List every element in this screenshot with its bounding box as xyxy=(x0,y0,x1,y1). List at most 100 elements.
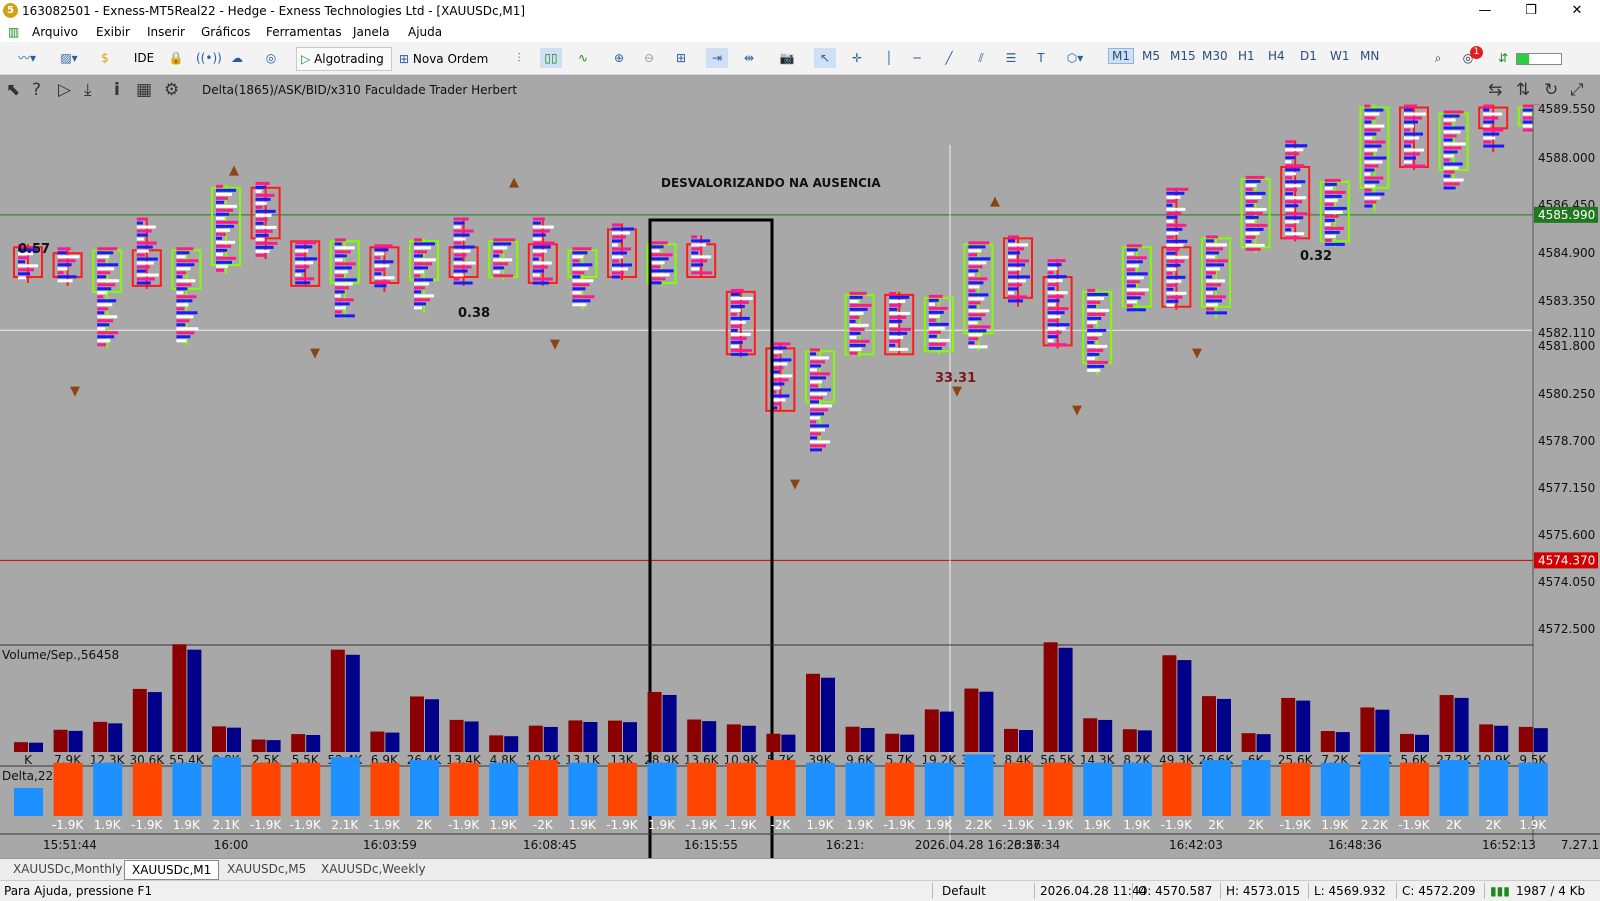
vps-icon[interactable]: ◎ xyxy=(260,48,282,68)
footprint-bar xyxy=(532,265,548,269)
time-label: 16:52:13 xyxy=(1482,838,1536,852)
cursor-icon[interactable]: ↖ xyxy=(814,48,836,68)
menu-inserir[interactable]: Inserir xyxy=(147,25,185,39)
tab-m5[interactable]: XAUUSDc,M5 xyxy=(220,862,313,876)
chart-settings-icon[interactable]: ▦ xyxy=(136,80,152,100)
market-icon[interactable]: $ xyxy=(94,48,116,68)
timeframe-w1[interactable]: W1 xyxy=(1330,49,1350,63)
auto-scroll-icon[interactable]: ⇥ xyxy=(706,48,728,68)
timeframe-m15[interactable]: M15 xyxy=(1170,49,1196,63)
chart-shift-icon[interactable]: ⇹ xyxy=(738,48,760,68)
footprint-bar xyxy=(136,245,153,249)
price-chart[interactable]: DESVALORIZANDO NA AUSENCIA 0.57 0.38 33.31 0… xyxy=(0,75,1600,859)
help-icon[interactable]: ? xyxy=(32,80,41,100)
menu-ajuda[interactable]: Ajuda xyxy=(408,25,442,39)
footprint-bar xyxy=(730,320,746,324)
footprint-bar xyxy=(651,265,661,269)
footprint-bar xyxy=(453,257,463,261)
footprint-bar xyxy=(928,322,949,326)
bar-chart-icon[interactable]: ⫶ xyxy=(508,48,530,68)
timeframe-m1[interactable]: M1 xyxy=(1108,48,1134,64)
footprint-bar xyxy=(176,323,186,327)
footprint-bar xyxy=(453,225,461,229)
footprint-bar xyxy=(612,251,627,255)
search-icon[interactable]: ⌕ xyxy=(1428,48,1448,68)
ide-button[interactable]: IDE xyxy=(130,48,158,68)
menu-graficos[interactable]: Gráficos xyxy=(201,25,250,39)
new-order-button[interactable]: ⊞ Nova Ordem xyxy=(394,47,500,71)
screenshot-icon[interactable]: 📷 xyxy=(776,48,798,68)
shapes-icon[interactable]: ⬡▾ xyxy=(1060,48,1090,68)
footprint-bar xyxy=(453,261,476,265)
refresh-icon[interactable]: ↻ xyxy=(1544,80,1558,100)
restore-button[interactable]: ❐ xyxy=(1508,0,1554,22)
crosshair-icon[interactable]: ✛ xyxy=(846,48,868,68)
info-icon[interactable]: i xyxy=(114,80,120,100)
delta-value-label: 1.9K xyxy=(925,818,953,832)
timeframe-mn[interactable]: MN xyxy=(1360,49,1379,63)
delta-value-label: 2K xyxy=(1446,818,1463,832)
zoom-in-icon[interactable]: ⊕ xyxy=(608,48,630,68)
traffic-icon: ▮▮▮ xyxy=(1490,884,1510,898)
chart-window-icon[interactable]: ⬉ xyxy=(6,80,20,100)
footprint-bar xyxy=(1166,303,1175,307)
timeframe-d1[interactable]: D1 xyxy=(1300,49,1317,63)
cloud-icon[interactable]: ☁ xyxy=(226,48,248,68)
trendline-icon[interactable]: ╱ xyxy=(938,48,960,68)
footprint-bar xyxy=(532,273,540,277)
close-button[interactable]: ✕ xyxy=(1554,0,1600,22)
footprint-bar xyxy=(1166,243,1184,247)
signals-icon[interactable]: ((•)) xyxy=(196,48,222,68)
volume-bar-bear xyxy=(370,731,385,752)
volume-bar-bull xyxy=(345,654,360,752)
menu-exibir[interactable]: Exibir xyxy=(96,25,130,39)
horizontal-line-icon[interactable]: ─ xyxy=(906,48,928,68)
menu-icon[interactable]: ▥ xyxy=(8,25,19,39)
zoom-out-icon[interactable]: ⊖ xyxy=(638,48,660,68)
delta-bar xyxy=(726,762,756,816)
timeframe-h1[interactable]: H1 xyxy=(1238,49,1255,63)
footprint-bar xyxy=(1245,243,1265,247)
play-triangle-icon[interactable]: ▷ xyxy=(58,80,71,100)
footprint-bar xyxy=(295,269,306,273)
text-tool-icon[interactable]: T xyxy=(1032,48,1050,68)
menu-janela[interactable]: Janela xyxy=(353,25,390,39)
tab-weekly[interactable]: XAUUSDc,Weekly xyxy=(314,862,433,876)
footprint-bar xyxy=(334,290,345,294)
expand-icon[interactable]: ⤢ xyxy=(1570,80,1584,100)
candles-icon[interactable]: ▯▯ xyxy=(540,48,562,68)
footprint-bar xyxy=(730,336,747,340)
tile-windows-icon[interactable]: ⊞ xyxy=(670,48,692,68)
footprint-bar xyxy=(97,271,111,275)
delta-bar xyxy=(1320,762,1350,816)
menu-ferramentas[interactable]: Ferramentas xyxy=(266,25,342,39)
footprint-bar xyxy=(572,279,594,283)
move-icon[interactable]: ⇅ xyxy=(1516,80,1530,100)
minimize-button[interactable]: — xyxy=(1462,0,1508,22)
vertical-line-icon[interactable]: │ xyxy=(880,48,898,68)
footprint-bar xyxy=(928,342,946,346)
tab-monthly[interactable]: XAUUSDc,Monthly xyxy=(6,862,129,876)
timeframe-m5[interactable]: M5 xyxy=(1142,49,1160,63)
indicators-icon[interactable]: 〰▾ xyxy=(12,48,42,68)
channel-icon[interactable]: ⫽ xyxy=(970,48,992,68)
lock-icon[interactable]: 🔒 xyxy=(166,48,186,68)
chart-type-icon[interactable]: ▨▾ xyxy=(52,48,86,68)
fibonacci-icon[interactable]: ☰ xyxy=(1000,48,1022,68)
download-icon[interactable]: ⤓ xyxy=(84,80,92,100)
gear-icon[interactable]: ⚙ xyxy=(164,80,179,100)
swap-icon[interactable]: ⇆ xyxy=(1488,80,1502,100)
menu-arquivo[interactable]: Arquivo xyxy=(32,25,78,39)
footprint-bar xyxy=(889,323,899,327)
timeframe-m30[interactable]: M30 xyxy=(1202,49,1228,63)
footprint-bar xyxy=(414,278,433,282)
line-chart-icon[interactable]: ∿ xyxy=(572,48,594,68)
timeframe-h4[interactable]: H4 xyxy=(1268,49,1285,63)
footprint-bar xyxy=(97,343,107,347)
algotrading-button[interactable]: ▷ Algotrading xyxy=(296,47,392,71)
footprint-bar xyxy=(1206,243,1227,247)
footprint-bar xyxy=(1245,223,1268,227)
tab-m1[interactable]: XAUUSDc,M1 xyxy=(124,860,220,880)
footprint-bar xyxy=(1364,176,1384,180)
footprint-bar xyxy=(810,408,828,412)
